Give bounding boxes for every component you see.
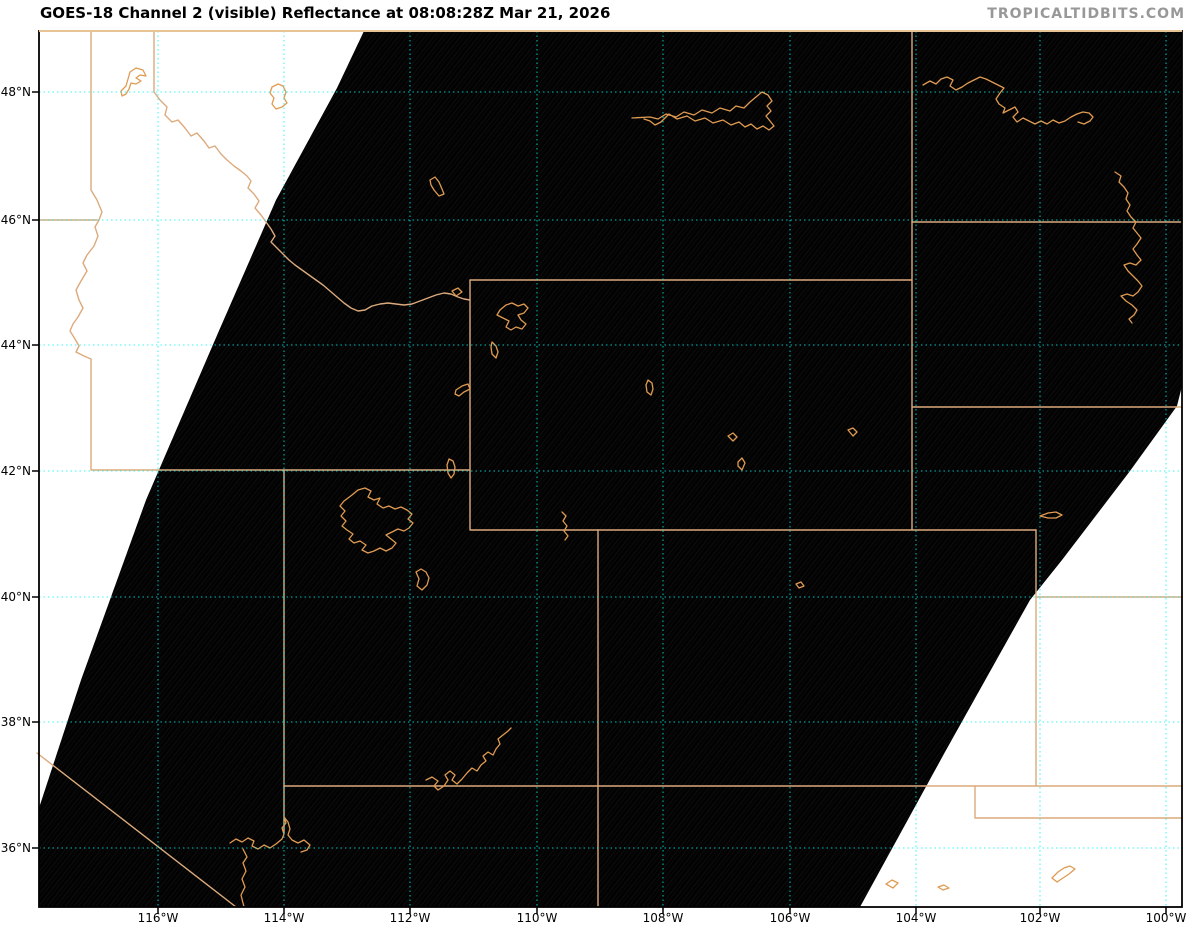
lat-tick-label: 48°N [0, 85, 31, 99]
lon-tick-label: 114°W [263, 911, 305, 925]
map-canvas [32, 30, 1183, 914]
lat-tick-label: 40°N [0, 590, 31, 604]
lon-tick-label: 112°W [389, 911, 431, 925]
lat-tick-label: 38°N [0, 715, 31, 729]
lat-tick-label: 46°N [0, 213, 31, 227]
lon-tick-label: 106°W [769, 911, 811, 925]
lat-tick-label: 44°N [0, 338, 31, 352]
lon-tick-label: 110°W [516, 911, 558, 925]
lon-tick-label: 108°W [642, 911, 684, 925]
satellite-map-page: GOES-18 Channel 2 (visible) Reflectance … [0, 0, 1200, 929]
lon-tick-label: 100°W [1145, 911, 1187, 925]
lon-tick-label: 102°W [1019, 911, 1061, 925]
lat-tick-label: 42°N [0, 464, 31, 478]
lon-tick-label: 104°W [895, 911, 937, 925]
lon-tick-label: 116°W [137, 911, 179, 925]
lat-tick-label: 36°N [0, 841, 31, 855]
